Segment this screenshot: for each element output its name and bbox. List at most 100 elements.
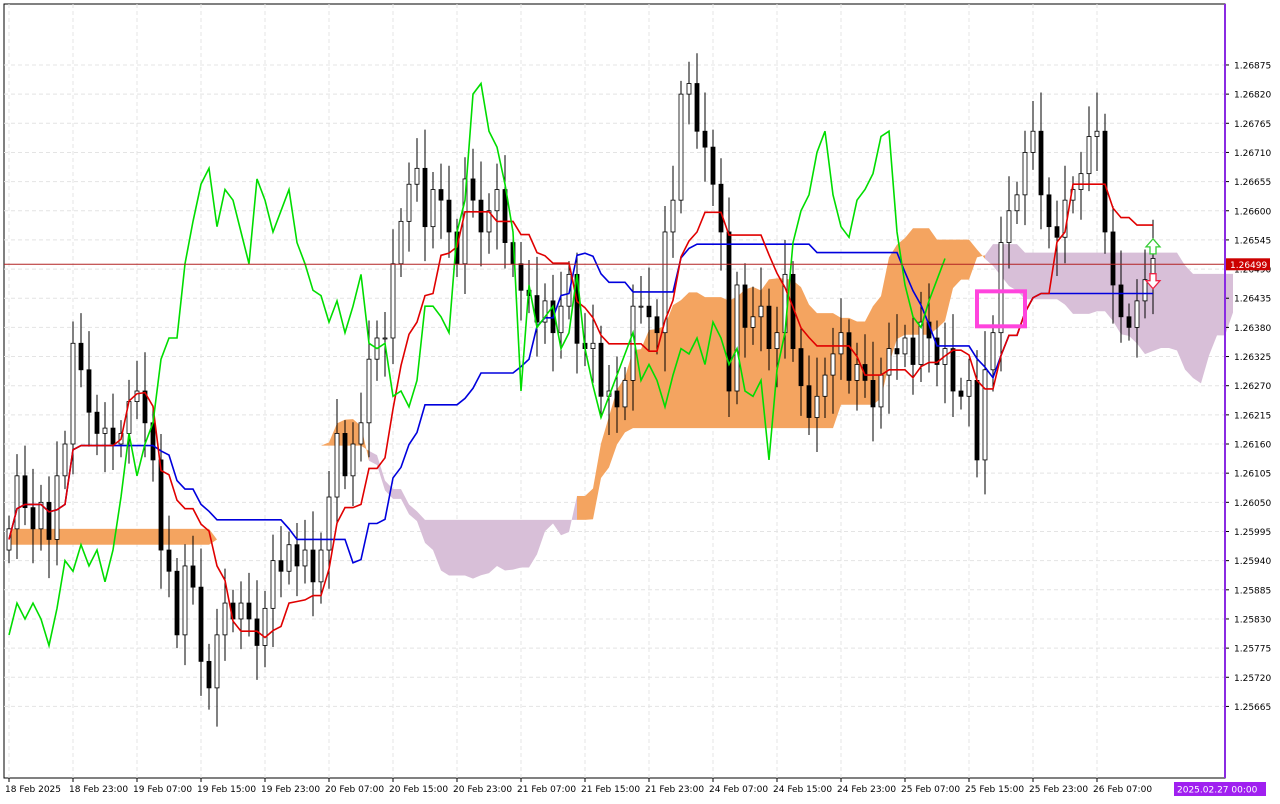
candle-body[interactable]: [182, 565, 188, 636]
candle-body[interactable]: [710, 146, 716, 185]
candle-body[interactable]: [950, 348, 956, 392]
candle-body[interactable]: [774, 332, 780, 349]
candle-body[interactable]: [966, 379, 972, 397]
candle-body[interactable]: [110, 427, 116, 445]
candle-body[interactable]: [982, 369, 988, 461]
candle-body[interactable]: [446, 199, 452, 233]
chart[interactable]: 1.26875 1.26820 1.26765 1.26710 1.26655 1.266…: [0, 0, 1280, 800]
candle-body[interactable]: [1030, 130, 1036, 153]
candle-body[interactable]: [174, 570, 180, 636]
candle-body[interactable]: [1118, 284, 1124, 318]
candle-body[interactable]: [22, 475, 28, 509]
candle-body[interactable]: [222, 602, 228, 636]
candle-body[interactable]: [1054, 226, 1060, 238]
candle-body[interactable]: [206, 660, 212, 689]
candle-body[interactable]: [78, 342, 84, 371]
candle-body[interactable]: [86, 369, 92, 413]
candle-body[interactable]: [838, 332, 844, 355]
candle-body[interactable]: [902, 337, 908, 355]
candle-body[interactable]: [214, 634, 220, 689]
candle-body[interactable]: [326, 496, 332, 551]
candle-body[interactable]: [678, 93, 684, 201]
candle-body[interactable]: [1046, 194, 1052, 228]
candle-body[interactable]: [830, 353, 836, 376]
candle-body[interactable]: [102, 427, 108, 434]
candle-body[interactable]: [870, 379, 876, 408]
candle-body[interactable]: [198, 586, 204, 662]
candle-body[interactable]: [342, 433, 348, 477]
candle-body[interactable]: [1102, 130, 1108, 233]
candle-body[interactable]: [70, 342, 76, 445]
candle-body[interactable]: [382, 337, 388, 340]
candle-body[interactable]: [742, 284, 748, 328]
candle-body[interactable]: [62, 443, 68, 477]
candle-body[interactable]: [726, 231, 732, 392]
chart-canvas[interactable]: 1.26875 1.26820 1.26765 1.26710 1.26655 1.266…: [0, 0, 1280, 800]
candle-body[interactable]: [1086, 136, 1092, 175]
candle-body[interactable]: [94, 411, 100, 434]
candle-body[interactable]: [1014, 194, 1020, 212]
candle-body[interactable]: [670, 199, 676, 233]
candle-body[interactable]: [390, 263, 396, 339]
candle-body[interactable]: [470, 178, 476, 201]
candle-body[interactable]: [46, 501, 52, 540]
candle-body[interactable]: [294, 544, 300, 567]
candle-body[interactable]: [406, 183, 412, 222]
candle-body[interactable]: [246, 602, 252, 620]
candle-body[interactable]: [598, 342, 604, 397]
candle-body[interactable]: [694, 83, 700, 132]
candle-body[interactable]: [158, 459, 164, 551]
candle-body[interactable]: [398, 220, 404, 265]
candle-body[interactable]: [350, 443, 356, 477]
candle-body[interactable]: [806, 385, 812, 418]
candle-body[interactable]: [286, 544, 292, 572]
candle-body[interactable]: [494, 189, 500, 212]
candle-body[interactable]: [166, 549, 172, 572]
candle-body[interactable]: [958, 390, 964, 397]
candle-body[interactable]: [846, 332, 852, 381]
candle-body[interactable]: [30, 507, 36, 530]
candle-body[interactable]: [654, 316, 660, 334]
candle-body[interactable]: [438, 189, 444, 201]
candle-body[interactable]: [1142, 279, 1148, 302]
candle-body[interactable]: [1134, 300, 1140, 328]
candle-body[interactable]: [766, 305, 772, 349]
candle-body[interactable]: [1110, 231, 1116, 286]
candle-body[interactable]: [758, 305, 764, 318]
candle-body[interactable]: [894, 348, 900, 355]
candle-body[interactable]: [1006, 210, 1012, 243]
candle-body[interactable]: [422, 167, 428, 228]
candle-body[interactable]: [14, 475, 20, 530]
candle-body[interactable]: [990, 332, 996, 371]
candle-body[interactable]: [238, 602, 244, 620]
candle-body[interactable]: [718, 183, 724, 233]
candle-body[interactable]: [1038, 130, 1044, 196]
candle-body[interactable]: [1022, 152, 1028, 196]
candle-body[interactable]: [798, 348, 804, 387]
candle-body[interactable]: [854, 364, 860, 381]
candle-body[interactable]: [134, 390, 140, 403]
candle-body[interactable]: [614, 390, 620, 408]
candle-body[interactable]: [638, 305, 644, 308]
candle-body[interactable]: [646, 305, 652, 318]
candle-body[interactable]: [478, 199, 484, 233]
candle-body[interactable]: [822, 374, 828, 397]
candle-body[interactable]: [702, 130, 708, 148]
candle-body[interactable]: [622, 379, 628, 408]
candle-body[interactable]: [318, 549, 324, 583]
candle-body[interactable]: [750, 316, 756, 328]
candle-body[interactable]: [878, 374, 884, 408]
candle-body[interactable]: [1094, 130, 1100, 137]
candle-body[interactable]: [366, 358, 372, 424]
candle-body[interactable]: [1078, 173, 1084, 190]
candle-body[interactable]: [54, 475, 60, 540]
candle-body[interactable]: [270, 560, 276, 609]
candle-body[interactable]: [358, 422, 364, 445]
candle-body[interactable]: [814, 395, 820, 418]
candle-body[interactable]: [974, 379, 980, 461]
candle-body[interactable]: [734, 284, 740, 392]
candle-body[interactable]: [998, 242, 1004, 334]
candle-body[interactable]: [518, 263, 524, 291]
candle-body[interactable]: [1126, 316, 1132, 328]
candle-body[interactable]: [278, 560, 284, 572]
